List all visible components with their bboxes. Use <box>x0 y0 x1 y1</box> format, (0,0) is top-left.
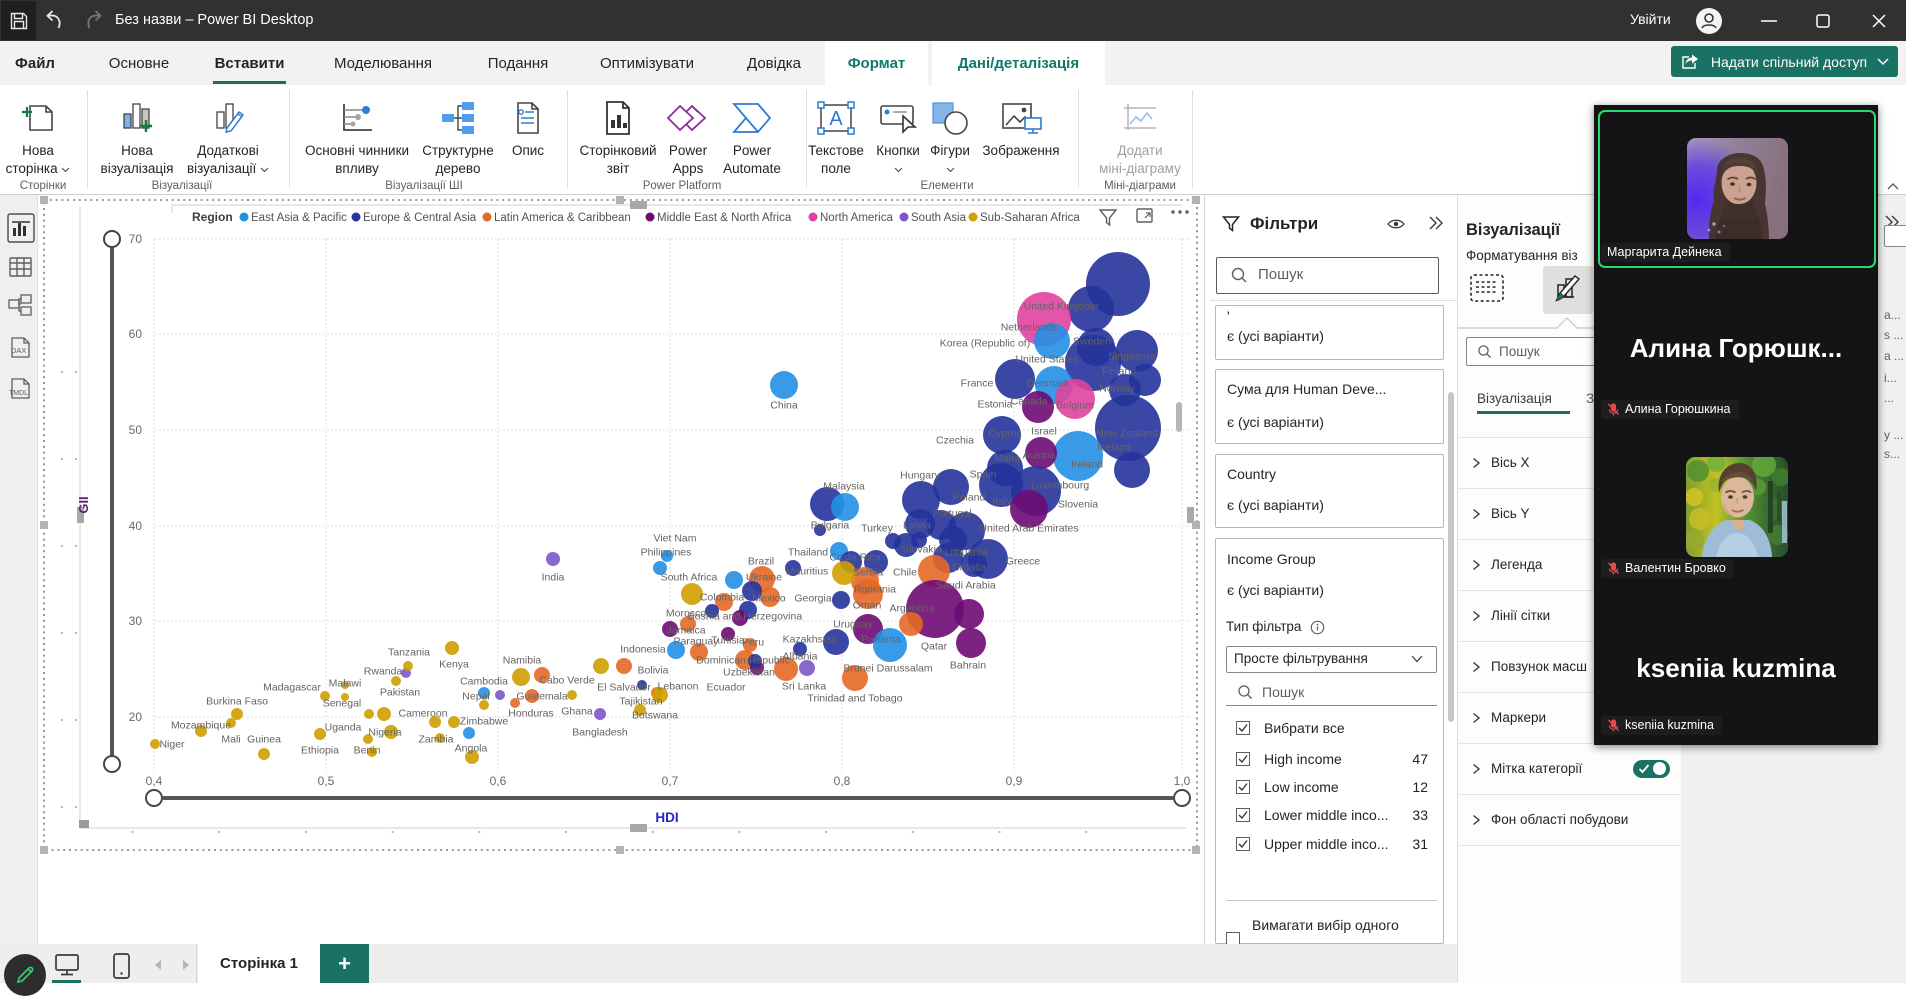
svg-text:A: A <box>829 108 843 130</box>
svg-text:DAX: DAX <box>11 346 26 355</box>
svg-text:TMDL: TMDL <box>9 390 28 397</box>
